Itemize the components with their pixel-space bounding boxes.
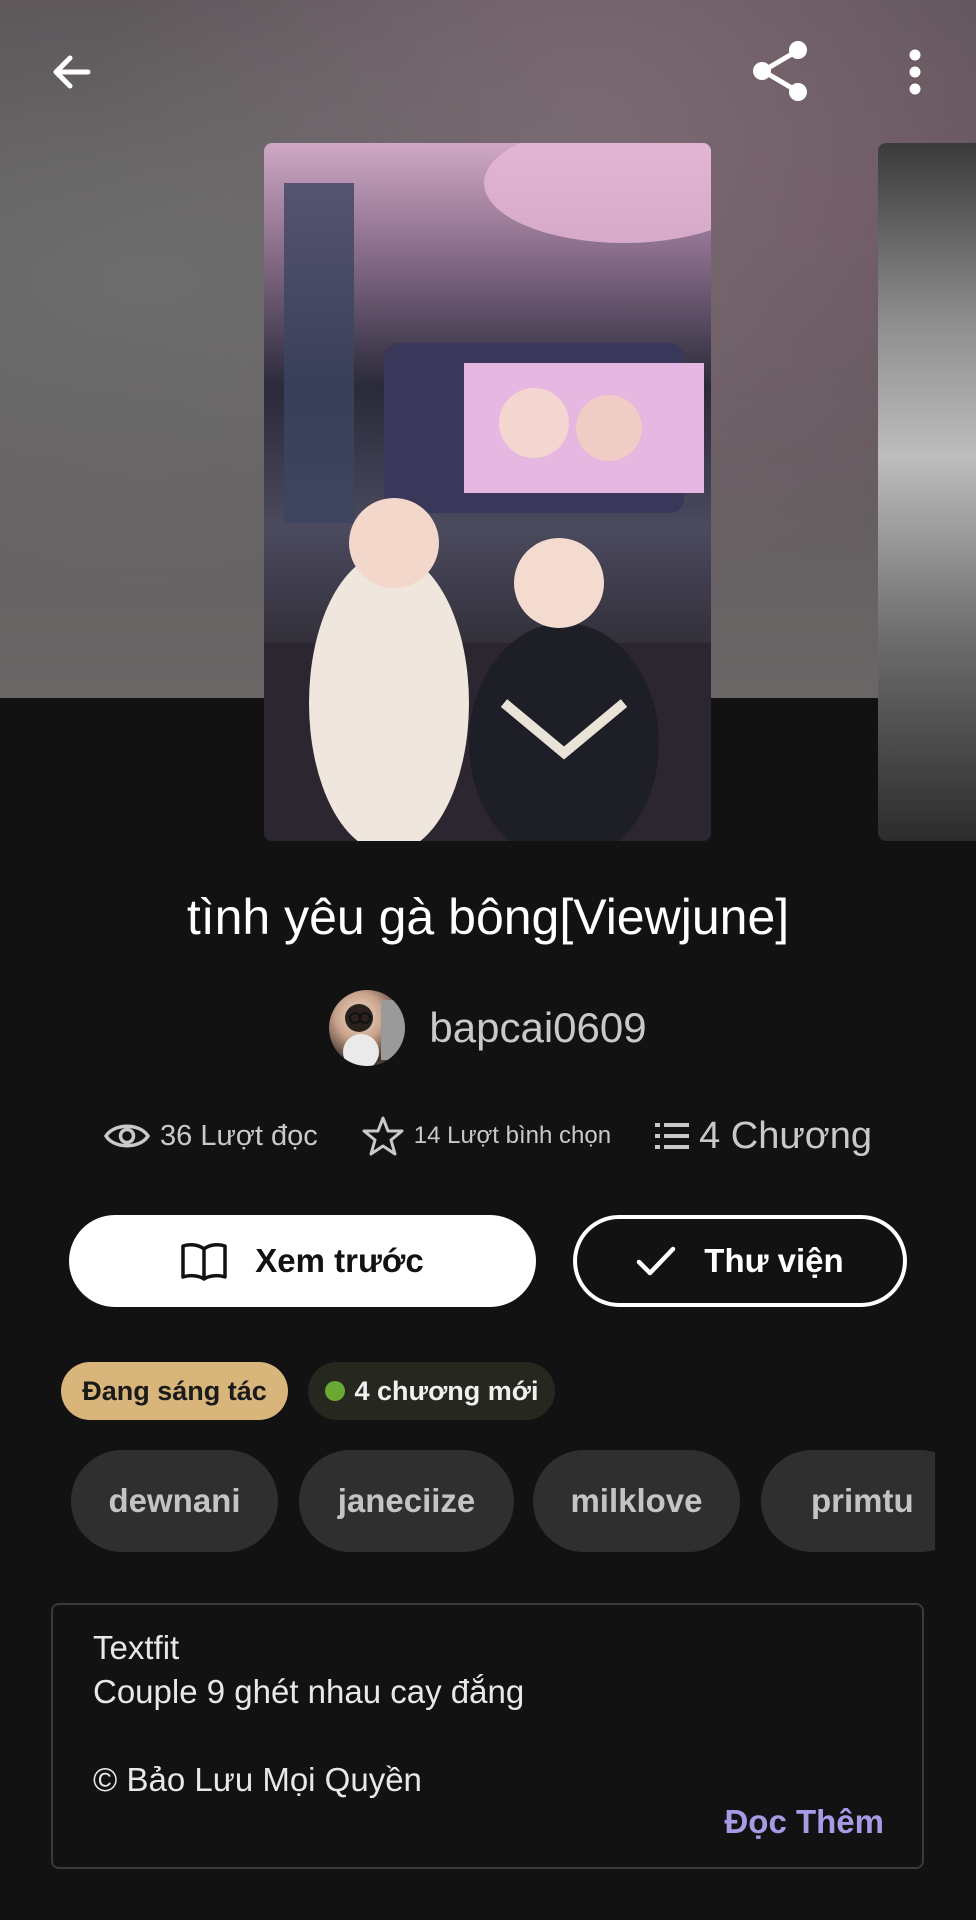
more-vertical-icon bbox=[909, 49, 921, 95]
new-chapters-label: 4 chương mới bbox=[354, 1375, 539, 1406]
cover-image bbox=[264, 143, 711, 841]
top-bar bbox=[0, 0, 976, 140]
author-avatar[interactable] bbox=[329, 990, 406, 1066]
avatar-image bbox=[343, 1000, 406, 1066]
back-button[interactable] bbox=[40, 40, 104, 104]
share-icon bbox=[753, 41, 807, 101]
star-icon bbox=[362, 1116, 404, 1156]
description-line: © Bảo Lưu Mọi Quyền bbox=[93, 1761, 422, 1798]
next-story-cover[interactable] bbox=[878, 143, 976, 841]
library-button[interactable]: Thư viện bbox=[573, 1215, 907, 1307]
description-line: Couple 9 ghét nhau cay đắng bbox=[93, 1673, 525, 1710]
status-badge: Đang sáng tác bbox=[61, 1362, 288, 1420]
stats-row: 36 Lượt đọc 14 Lượt bình chọn 4 Chương bbox=[0, 1106, 976, 1166]
tag-chip[interactable]: dewnani bbox=[71, 1450, 278, 1552]
share-button[interactable] bbox=[746, 36, 816, 106]
library-label: Thư viện bbox=[704, 1242, 844, 1279]
more-options-button[interactable] bbox=[886, 40, 944, 104]
tag-chip[interactable]: primtu bbox=[761, 1450, 935, 1552]
read-more-link[interactable]: Đọc Thêm bbox=[724, 1803, 884, 1841]
book-open-icon bbox=[181, 1243, 228, 1281]
new-indicator-dot bbox=[324, 1381, 345, 1401]
tag-chip[interactable]: milklove bbox=[533, 1450, 740, 1552]
reads-count: 36 Lượt đọc bbox=[160, 1119, 318, 1152]
chapters-stat[interactable]: 4 Chương bbox=[655, 1115, 872, 1158]
chapters-count: 4 Chương bbox=[699, 1114, 872, 1157]
votes-count: 14 Lượt bình chọn bbox=[413, 1122, 612, 1149]
tag-list: dewnani janeciize milklove primtu bbox=[71, 1450, 935, 1552]
description-line: Textfit bbox=[93, 1629, 180, 1666]
tag-chip[interactable]: janeciize bbox=[299, 1450, 514, 1552]
list-icon bbox=[655, 1123, 690, 1149]
story-title: tình yêu gà bông[Viewjune] bbox=[186, 889, 790, 945]
eye-icon bbox=[104, 1124, 151, 1148]
description-box: Textfit Couple 9 ghét nhau cay đắng © Bả… bbox=[51, 1603, 924, 1869]
preview-button[interactable]: Xem trước bbox=[69, 1215, 536, 1307]
check-icon bbox=[637, 1246, 676, 1276]
author-row[interactable]: bapcai0609 bbox=[0, 990, 976, 1066]
author-name[interactable]: bapcai0609 bbox=[429, 1004, 646, 1052]
story-cover[interactable] bbox=[264, 143, 711, 841]
reads-stat: 36 Lượt đọc bbox=[104, 1120, 318, 1153]
back-arrow-icon bbox=[53, 55, 91, 89]
votes-stat: 14 Lượt bình chọn bbox=[362, 1116, 611, 1156]
preview-label: Xem trước bbox=[255, 1242, 424, 1279]
new-chapters-badge: 4 chương mới bbox=[308, 1362, 555, 1420]
